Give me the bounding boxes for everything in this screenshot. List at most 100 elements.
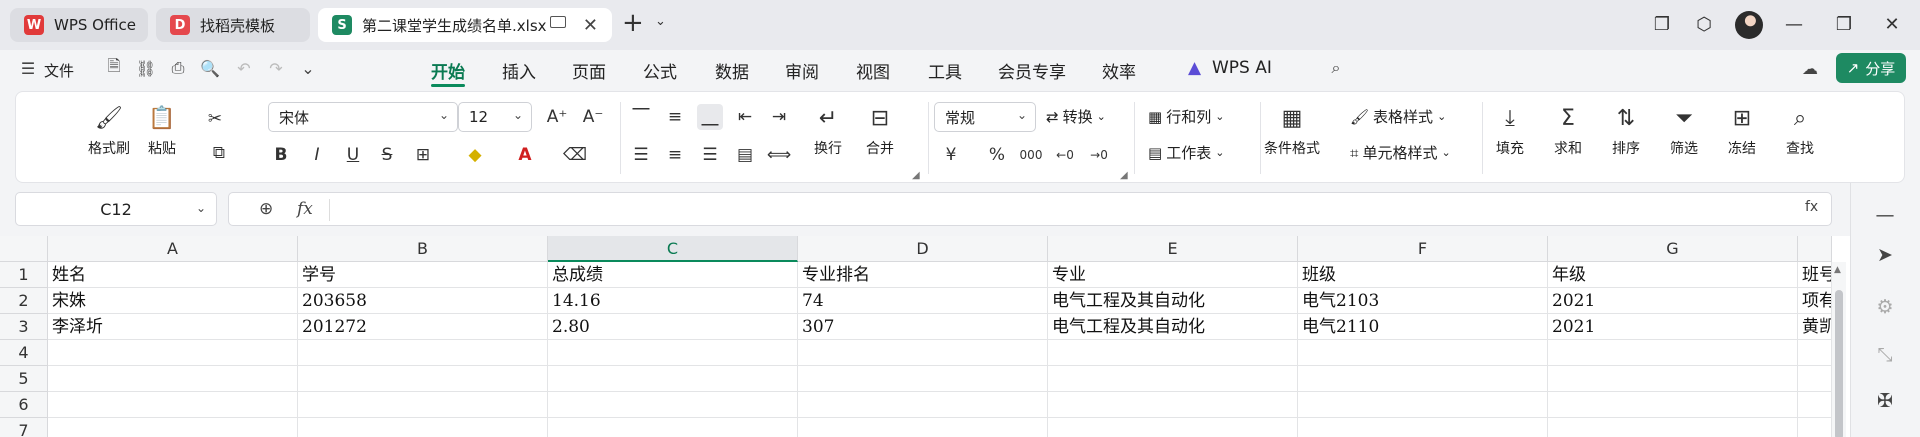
currency-icon[interactable]: ¥: [938, 142, 964, 168]
sort-button[interactable]: ⇅ 排序: [1612, 104, 1640, 158]
cube-icon[interactable]: ⬡: [1694, 14, 1714, 35]
header-cell[interactable]: 专业排名: [798, 262, 1048, 288]
table-cell[interactable]: [298, 418, 548, 437]
table-cell[interactable]: [1048, 340, 1298, 366]
header-cell[interactable]: 学号: [298, 262, 548, 288]
fill-button[interactable]: ⤓ 填充: [1496, 104, 1524, 158]
table-cell[interactable]: [1048, 392, 1298, 418]
row-header[interactable]: 2: [0, 288, 48, 314]
table-cell[interactable]: [298, 366, 548, 392]
table-cell[interactable]: 黄凯: [1798, 314, 1832, 340]
row-header[interactable]: 1: [0, 262, 48, 288]
window-mode-icon[interactable]: [550, 16, 566, 28]
sum-button[interactable]: Σ 求和: [1554, 104, 1582, 158]
align-left-icon[interactable]: ☰: [628, 142, 654, 168]
table-cell[interactable]: [298, 392, 548, 418]
freeze-button[interactable]: ⊞ 冻结: [1728, 104, 1756, 158]
column-header-b[interactable]: B: [298, 236, 548, 262]
close-tab-icon[interactable]: ✕: [583, 15, 598, 36]
thousands-separator-icon[interactable]: 000: [1018, 142, 1044, 168]
table-cell[interactable]: [1048, 366, 1298, 392]
hamburger-icon[interactable]: ☰: [18, 58, 38, 78]
minimize-icon[interactable]: —: [1784, 14, 1804, 35]
share-button[interactable]: ↗ 分享: [1836, 53, 1906, 83]
vertical-scrollbar[interactable]: ▲: [1832, 262, 1846, 437]
table-cell[interactable]: [798, 366, 1048, 392]
italic-icon[interactable]: I: [304, 142, 330, 168]
print-icon[interactable]: ⎙: [168, 58, 188, 78]
table-cell[interactable]: [1798, 392, 1832, 418]
column-header-d[interactable]: D: [798, 236, 1048, 262]
fill-color-icon[interactable]: ◆: [462, 142, 488, 168]
table-cell[interactable]: [798, 340, 1048, 366]
menu-file[interactable]: 文件: [44, 60, 74, 81]
column-header-c[interactable]: C: [548, 236, 798, 262]
collapse-icon[interactable]: —: [1873, 203, 1897, 227]
table-cell[interactable]: 李泽圻: [48, 314, 298, 340]
cut-icon[interactable]: ✂: [202, 106, 228, 132]
table-cell[interactable]: [1548, 392, 1798, 418]
align-right-icon[interactable]: ☰: [697, 142, 723, 168]
border-icon[interactable]: ⊞: [410, 142, 436, 168]
font-name-select[interactable]: 宋体 ⌄: [268, 102, 458, 132]
chevron-down-icon[interactable]: ⌄: [655, 14, 666, 29]
font-size-select[interactable]: 12 ⌄: [458, 102, 532, 132]
increase-decimal-icon[interactable]: ←0: [1052, 142, 1078, 168]
table-cell[interactable]: [1798, 418, 1832, 437]
table-cell[interactable]: 201272: [298, 314, 548, 340]
menu-efficiency[interactable]: 效率: [1102, 58, 1136, 83]
table-cell[interactable]: [1298, 366, 1548, 392]
strikethrough-icon[interactable]: S: [374, 142, 400, 168]
header-cell[interactable]: 总成绩: [548, 262, 798, 288]
tab-spreadsheet[interactable]: S 第二课堂学生成绩名单.xlsx ✕: [318, 8, 612, 42]
settings-sliders-icon[interactable]: ⚙: [1873, 295, 1897, 319]
copy-icon[interactable]: ⧉: [206, 140, 232, 166]
table-cell[interactable]: [548, 366, 798, 392]
table-cell[interactable]: [1298, 418, 1548, 437]
tools-icon[interactable]: ✠: [1873, 389, 1897, 413]
increase-indent-icon[interactable]: ⇥: [766, 104, 792, 130]
multi-window-icon[interactable]: ❐: [1652, 14, 1672, 35]
table-cell[interactable]: 项有: [1798, 288, 1832, 314]
cursor-select-icon[interactable]: ➤: [1873, 243, 1897, 267]
tab-wps-office[interactable]: W WPS Office: [10, 8, 148, 42]
transform-icon[interactable]: ⤡: [1873, 343, 1897, 367]
table-cell[interactable]: 307: [798, 314, 1048, 340]
restore-icon[interactable]: ❐: [1834, 14, 1854, 35]
decrease-indent-icon[interactable]: ⇤: [732, 104, 758, 130]
corner-expand-icon[interactable]: ◢: [1120, 170, 1128, 181]
column-header-e[interactable]: E: [1048, 236, 1298, 262]
convert-button[interactable]: ⇄ 转换 ⌄: [1046, 106, 1106, 127]
column-header-g[interactable]: G: [1548, 236, 1798, 262]
wps-ai-icon[interactable]: ▲: [1188, 58, 1201, 78]
menu-review[interactable]: 审阅: [785, 58, 819, 83]
align-bottom-icon[interactable]: ⎽: [697, 104, 723, 130]
fx-icon[interactable]: fx: [297, 199, 313, 219]
find-button[interactable]: ⌕ 查找: [1786, 104, 1814, 158]
increase-font-icon[interactable]: A⁺: [544, 104, 570, 130]
justify-icon[interactable]: ▤: [732, 142, 758, 168]
redo-icon[interactable]: ↷: [266, 58, 286, 78]
row-header[interactable]: 4: [0, 340, 48, 366]
menu-page[interactable]: 页面: [572, 58, 606, 83]
table-cell[interactable]: 电气工程及其自动化: [1048, 288, 1298, 314]
table-cell[interactable]: [1798, 366, 1832, 392]
align-center-icon[interactable]: ≡: [662, 142, 688, 168]
worksheet-button[interactable]: ▤ 工作表 ⌄: [1148, 142, 1224, 163]
scroll-up-icon[interactable]: ▲: [1834, 265, 1841, 275]
tab-templates[interactable]: D 找稻壳模板: [156, 8, 310, 42]
scrollbar-thumb[interactable]: [1835, 290, 1843, 437]
corner-expand-icon[interactable]: ◢: [912, 170, 920, 181]
print-preview-icon[interactable]: 🔍: [200, 58, 220, 78]
expand-formula-icon[interactable]: fx: [1805, 199, 1818, 215]
format-painter-button[interactable]: 🖌 格式刷: [88, 104, 130, 158]
new-tab-icon[interactable]: +: [622, 10, 644, 36]
table-cell[interactable]: 74: [798, 288, 1048, 314]
search-icon[interactable]: ⌕: [1326, 58, 1346, 78]
table-cell[interactable]: [1548, 340, 1798, 366]
table-cell[interactable]: 电气2110: [1298, 314, 1548, 340]
formula-bar[interactable]: ⊕ fx fx: [228, 192, 1832, 226]
table-cell[interactable]: [1048, 418, 1298, 437]
save-icon[interactable]: 🗎: [104, 56, 124, 78]
menu-data[interactable]: 数据: [715, 58, 749, 83]
